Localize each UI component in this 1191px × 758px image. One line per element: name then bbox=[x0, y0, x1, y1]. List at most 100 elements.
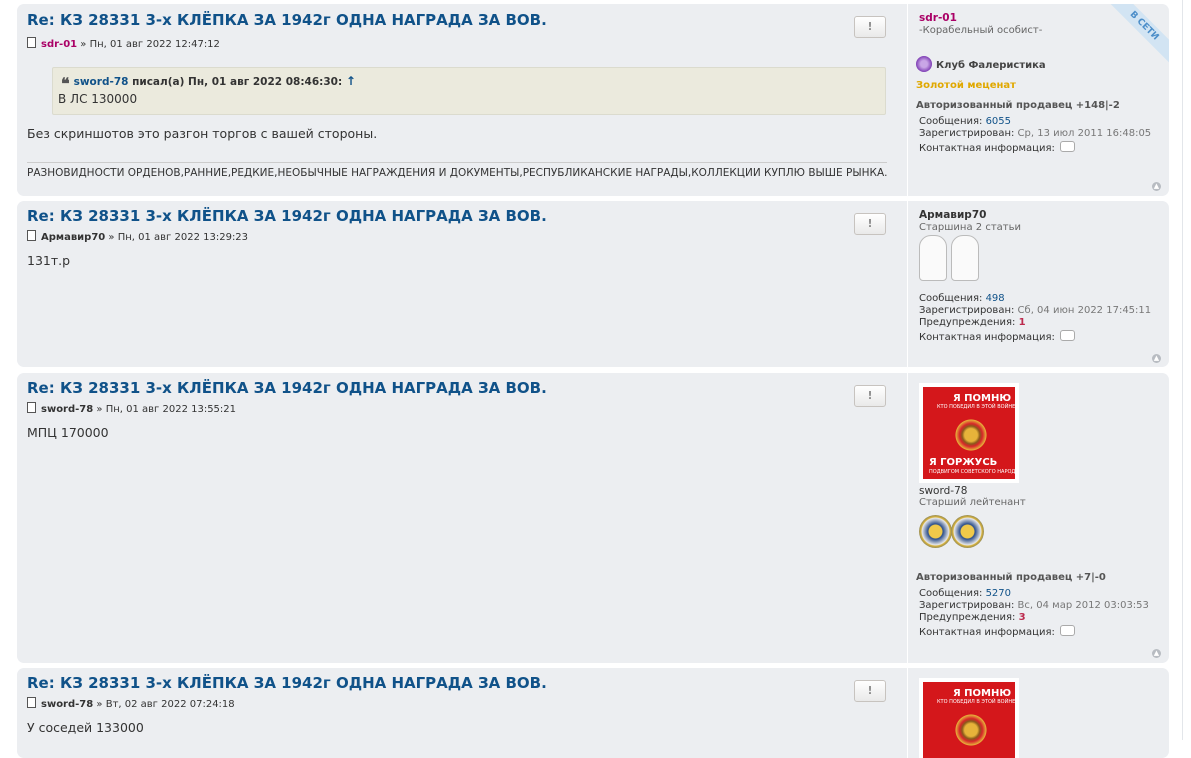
contact-label: Контактная информация: bbox=[919, 332, 1059, 343]
rank-image bbox=[919, 515, 984, 552]
post-author-line: sdr-01 » Пн, 01 авг 2022 12:47:12 bbox=[27, 37, 220, 50]
profile-posts: Сообщения: 6055 bbox=[919, 116, 1011, 127]
avatar-text-2: КТО ПОБЕДИЛ В ЭТОЙ ВОЙНЕ bbox=[937, 699, 1016, 705]
post-date: Пн, 01 авг 2022 13:55:21 bbox=[105, 404, 237, 415]
report-button[interactable]: ! bbox=[854, 213, 886, 235]
avatar-text-3: Я ГОРЖУСЬ bbox=[929, 457, 998, 468]
post-title-link[interactable]: Re: КЗ 28331 3-х КЛЁПКА ЗА 1942г ОДНА НА… bbox=[27, 207, 547, 225]
avatar-text-1: Я ПОМНЮ bbox=[953, 688, 1012, 699]
post-content: МПЦ 170000 bbox=[27, 425, 109, 440]
registered-label: Зарегистрирован: bbox=[919, 600, 1018, 611]
signature: РАЗНОВИДНОСТИ ОРДЕНОВ,РАННИЕ,РЕДКИЕ,НЕОБ… bbox=[27, 167, 888, 179]
posts-label: Сообщения: bbox=[919, 293, 986, 304]
order-star-icon bbox=[953, 417, 989, 453]
post-date: Пн, 01 авг 2022 13:29:23 bbox=[117, 232, 249, 243]
post-profile: Армавир70 Старшина 2 статьи Сообщения: 4… bbox=[907, 201, 1169, 367]
quote-wrote: писал(а) Пн, 01 авг 2022 08:46:30: bbox=[128, 76, 346, 88]
club-icon bbox=[916, 56, 932, 72]
post-date: Пн, 01 авг 2022 12:47:12 bbox=[89, 39, 220, 50]
contact-icon[interactable] bbox=[1060, 625, 1076, 636]
quote-author-link[interactable]: sword-78 bbox=[74, 76, 129, 88]
warnings-count[interactable]: 3 bbox=[1019, 612, 1026, 623]
author-link[interactable]: sword-78 bbox=[41, 699, 93, 710]
registered-date: Ср, 13 июл 2011 16:48:05 bbox=[1017, 128, 1152, 139]
file-icon bbox=[27, 230, 36, 241]
report-button[interactable]: ! bbox=[854, 680, 886, 702]
profile-contact: Контактная информация: bbox=[919, 625, 1076, 638]
anchor-medal-icon bbox=[951, 515, 984, 548]
post-2: Re: КЗ 28331 3-х КЛЁПКА ЗА 1942г ОДНА НА… bbox=[17, 201, 1169, 367]
post-title-link[interactable]: Re: КЗ 28331 3-х КЛЁПКА ЗА 1942г ОДНА НА… bbox=[27, 11, 547, 29]
posts-label: Сообщения: bbox=[919, 116, 986, 127]
avatar-flag: Я ПОМНЮ КТО ПОБЕДИЛ В ЭТОЙ ВОЙНЕ Я ГОРЖУ… bbox=[923, 387, 1019, 479]
post-title-link[interactable]: Re: КЗ 28331 3-х КЛЁПКА ЗА 1942г ОДНА НА… bbox=[27, 674, 547, 692]
post-date: Вт, 02 авг 2022 07:24:18 bbox=[105, 699, 235, 710]
warnings-count[interactable]: 1 bbox=[1019, 317, 1026, 328]
post-profile: Я ПОМНЮ КТО ПОБЕДИЛ В ЭТОЙ ВОЙНЕ Я ГОРЖУ… bbox=[907, 373, 1169, 663]
profile-warnings: Предупреждения: 3 bbox=[919, 612, 1026, 623]
quote-icon: ❝ bbox=[61, 74, 70, 93]
avatar[interactable]: Я ПОМНЮ КТО ПОБЕДИЛ В ЭТОЙ ВОЙНЕ bbox=[919, 678, 1019, 758]
anchor-medal-icon bbox=[919, 515, 952, 548]
report-button[interactable]: ! bbox=[854, 16, 886, 38]
quote-text: В ЛС 130000 bbox=[58, 92, 138, 106]
quote-block: ❝ sword-78 писал(а) Пн, 01 авг 2022 08:46… bbox=[52, 67, 886, 115]
posts-label: Сообщения: bbox=[919, 588, 986, 599]
profile-seller-rating: Авторизованный продавец +7|-0 bbox=[916, 572, 1106, 583]
profile-registered: Зарегистрирован: Сб, 04 июн 2022 17:45:1… bbox=[919, 305, 1151, 316]
contact-label: Контактная информация: bbox=[919, 143, 1059, 154]
profile-username[interactable]: sword-78 bbox=[919, 485, 967, 497]
order-star-icon bbox=[953, 712, 989, 748]
post-4: Re: КЗ 28331 3-х КЛЁПКА ЗА 1942г ОДНА НА… bbox=[17, 668, 1169, 758]
post-content: Без скриншотов это разгон торгов с вашей… bbox=[27, 126, 378, 141]
date-separator: » bbox=[105, 232, 118, 243]
avatar-text-4: ПОДВИГОМ СОВЕТСКОГО НАРОДА bbox=[929, 469, 1019, 475]
post-author-line: sword-78 » Вт, 02 авг 2022 07:24:18 bbox=[27, 697, 235, 710]
online-label: В СЕТИ bbox=[1110, 4, 1169, 64]
profile-club: Клуб Фалеристика bbox=[916, 56, 1046, 72]
sailor-icon bbox=[951, 235, 979, 281]
file-icon bbox=[27, 697, 36, 708]
quote-header: ❝ sword-78 писал(а) Пн, 01 авг 2022 08:46… bbox=[61, 74, 356, 93]
back-to-top-icon[interactable]: ▲ bbox=[1152, 182, 1161, 191]
quote-source-arrow-icon[interactable]: ↑ bbox=[346, 74, 356, 88]
registered-label: Зарегистрирован: bbox=[919, 128, 1018, 139]
contact-label: Контактная информация: bbox=[919, 627, 1059, 638]
registered-date: Вс, 04 мар 2012 03:03:53 bbox=[1017, 600, 1149, 611]
contact-icon[interactable] bbox=[1060, 141, 1076, 152]
post-content: 131т.р bbox=[27, 253, 71, 268]
signature-divider bbox=[27, 162, 887, 163]
profile-posts: Сообщения: 5270 bbox=[919, 588, 1011, 599]
avatar-flag: Я ПОМНЮ КТО ПОБЕДИЛ В ЭТОЙ ВОЙНЕ bbox=[923, 682, 1015, 758]
post-title-link[interactable]: Re: КЗ 28331 3-х КЛЁПКА ЗА 1942г ОДНА НА… bbox=[27, 379, 547, 397]
post-profile: Я ПОМНЮ КТО ПОБЕДИЛ В ЭТОЙ ВОЙНЕ bbox=[907, 668, 1169, 758]
warnings-label: Предупреждения: bbox=[919, 317, 1019, 328]
file-icon bbox=[27, 37, 36, 48]
warnings-label: Предупреждения: bbox=[919, 612, 1019, 623]
author-link[interactable]: Армавир70 bbox=[41, 232, 105, 243]
rank-image bbox=[919, 235, 983, 285]
author-link[interactable]: sdr-01 bbox=[41, 39, 77, 50]
posts-count-link[interactable]: 6055 bbox=[986, 116, 1011, 127]
page-right-edge bbox=[1182, 0, 1191, 740]
posts-count-link[interactable]: 498 bbox=[986, 293, 1005, 304]
post-3: Re: КЗ 28331 3-х КЛЁПКА ЗА 1942г ОДНА НА… bbox=[17, 373, 1169, 663]
profile-seller-rating: Авторизованный продавец +148|-2 bbox=[916, 100, 1120, 111]
club-label: Клуб Фалеристика bbox=[936, 60, 1046, 71]
registered-date: Сб, 04 июн 2022 17:45:11 bbox=[1017, 305, 1152, 316]
profile-registered: Зарегистрирован: Ср, 13 июл 2011 16:48:0… bbox=[919, 128, 1151, 139]
profile-contact: Контактная информация: bbox=[919, 330, 1076, 343]
contact-icon[interactable] bbox=[1060, 330, 1076, 341]
post-content: У соседей 133000 bbox=[27, 720, 144, 735]
profile-username[interactable]: sdr-01 bbox=[919, 12, 957, 24]
avatar[interactable]: Я ПОМНЮ КТО ПОБЕДИЛ В ЭТОЙ ВОЙНЕ Я ГОРЖУ… bbox=[919, 383, 1019, 483]
profile-rank: Старший лейтенант bbox=[919, 497, 1026, 508]
profile-gold-sponsor: Золотой меценат bbox=[916, 80, 1016, 91]
back-to-top-icon[interactable]: ▲ bbox=[1152, 354, 1161, 363]
avatar-text-2: КТО ПОБЕДИЛ В ЭТОЙ ВОЙНЕ bbox=[937, 404, 1016, 410]
report-button[interactable]: ! bbox=[854, 385, 886, 407]
profile-username[interactable]: Армавир70 bbox=[919, 209, 986, 221]
back-to-top-icon[interactable]: ▲ bbox=[1152, 649, 1161, 658]
author-link[interactable]: sword-78 bbox=[41, 404, 93, 415]
posts-count-link[interactable]: 5270 bbox=[986, 588, 1011, 599]
